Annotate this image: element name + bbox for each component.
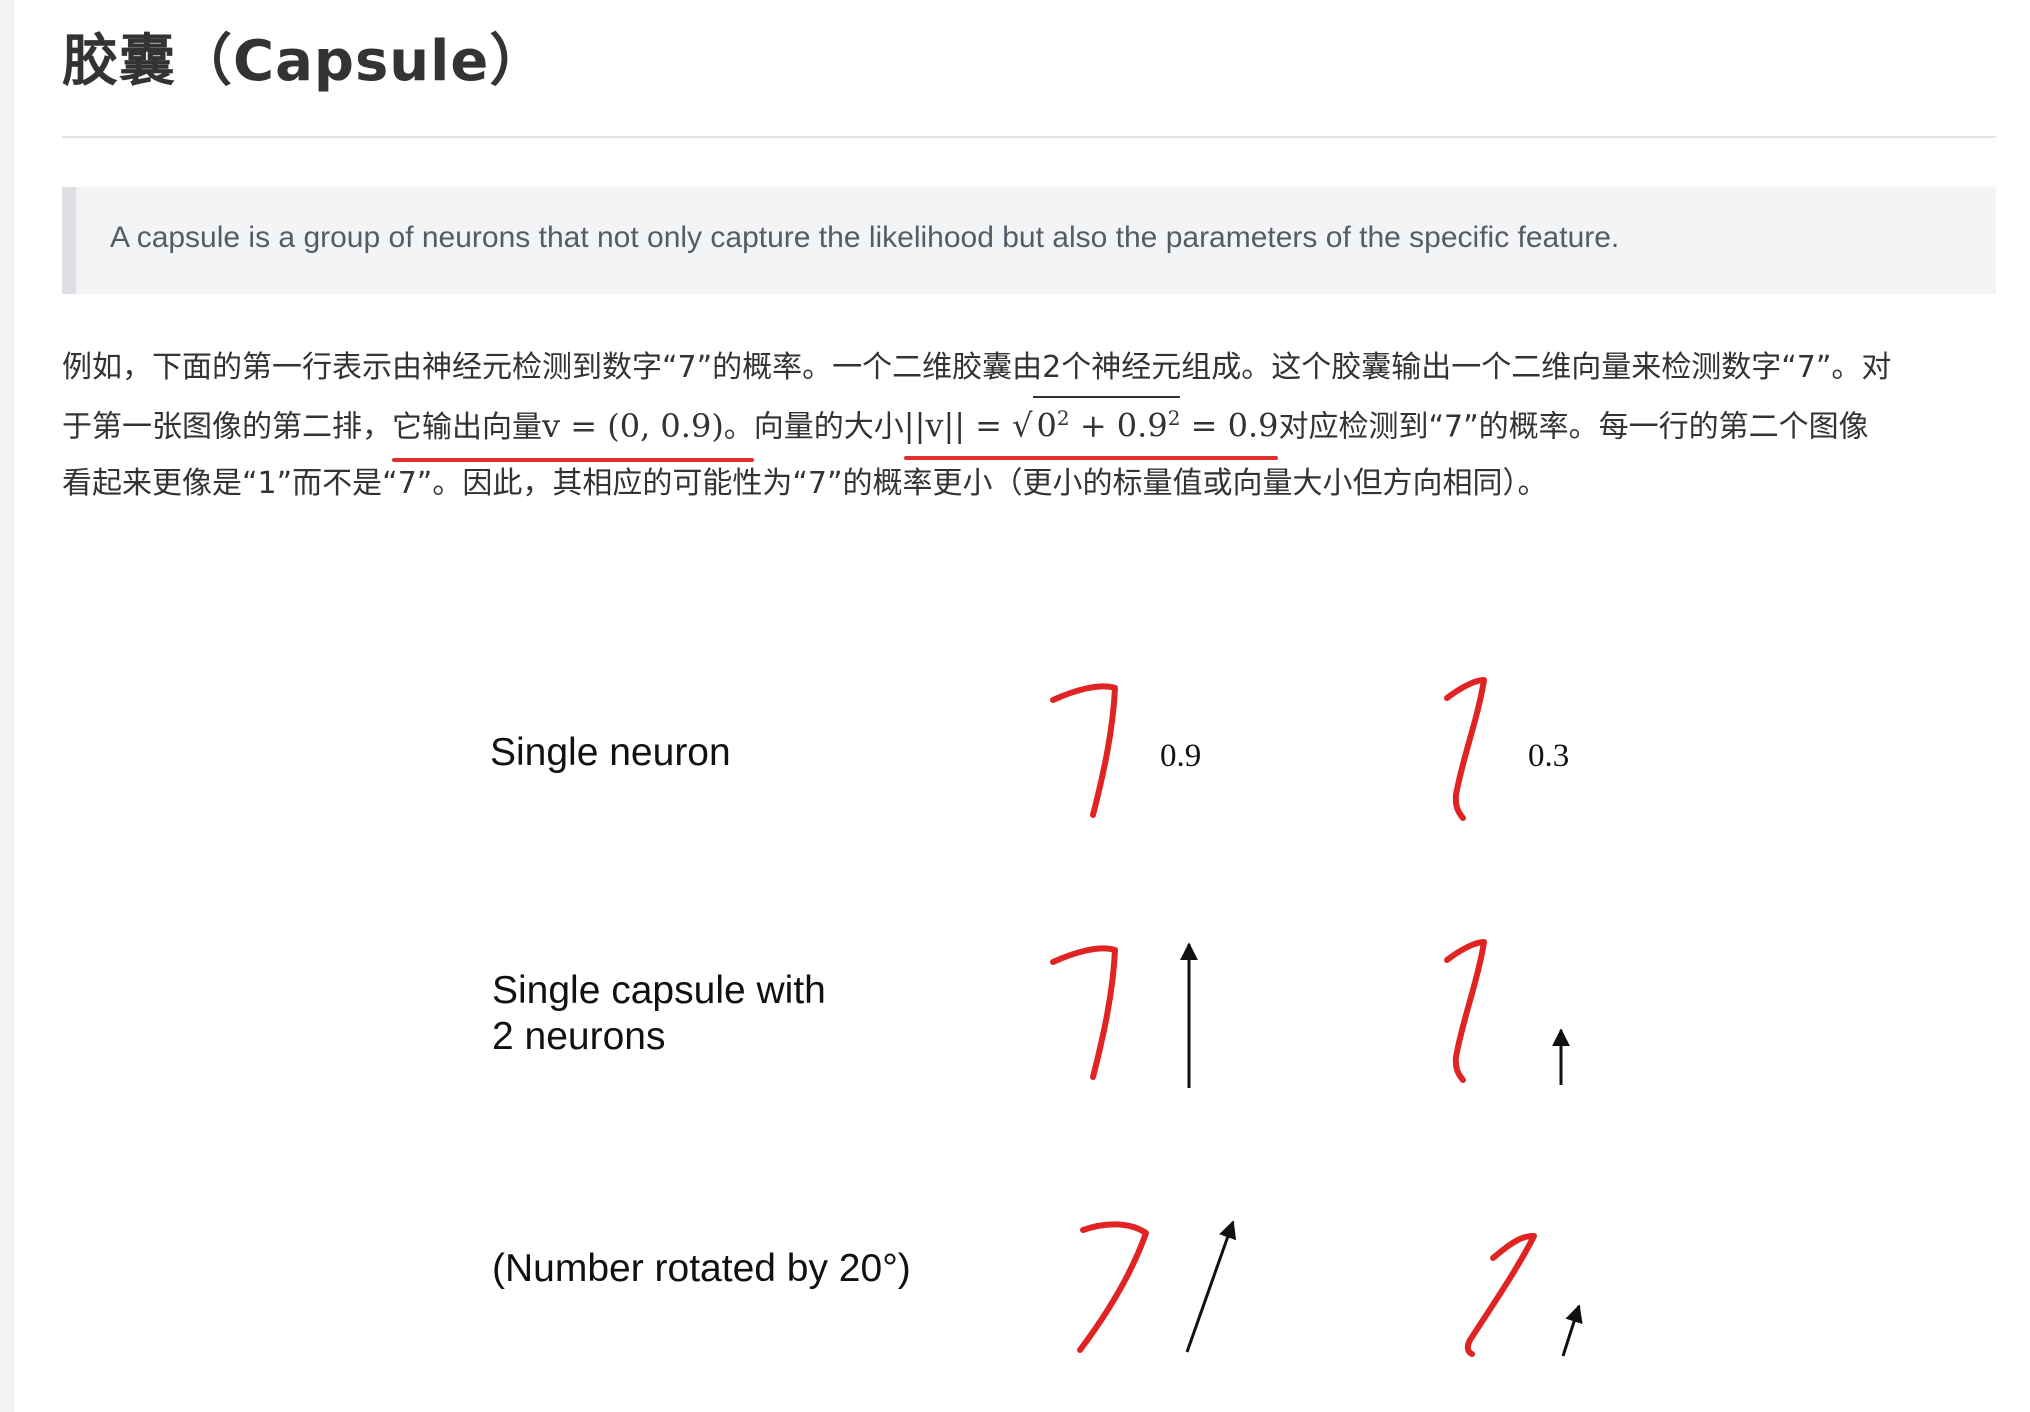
paragraph-text: 对应检测到“7”的概率。每一行的第二个图像 xyxy=(1278,409,1869,445)
paragraph-line-1: 例如，下面的第一行表示由神经元检测到数字“7”的概率。一个二维胶囊由2个神经元组… xyxy=(62,350,1892,385)
formula-result: = 0.9 xyxy=(1180,406,1279,445)
sqrt-content: 02 + 0.92 xyxy=(1032,396,1181,446)
explanation-paragraph: 例如，下面的第一行表示由神经元检测到数字“7”的概率。一个二维胶囊由2个神经元组… xyxy=(62,340,1996,512)
rotated-vector-arrow-short xyxy=(1561,1304,1583,1357)
definition-blockquote: A capsule is a group of neurons that not… xyxy=(62,187,1996,294)
handwritten-digit-one xyxy=(1444,939,1487,1083)
row-label-capsule-line-1: Single capsule with xyxy=(492,969,826,1012)
handwritten-digit-seven-rotated xyxy=(1077,1221,1149,1353)
page-title: 胶囊（Capsule） xyxy=(62,29,547,94)
blockquote-text: A capsule is a group of neurons that not… xyxy=(110,221,1620,254)
title-divider xyxy=(62,136,1996,138)
row-label-single-neuron: Single neuron xyxy=(490,731,731,774)
row-label-capsule-line-2: 2 neurons xyxy=(492,1015,666,1058)
paragraph-text: 它输出向量 xyxy=(392,409,542,445)
probability-value-one: 0.3 xyxy=(1528,738,1570,774)
paragraph-line-3: 看起来更像是“1”而不是“7”。因此，其相应的可能性为“7”的概率更小（更小的标… xyxy=(62,465,1548,501)
formula-term: + 0.9 xyxy=(1069,406,1168,445)
handwritten-digit-one-rotated xyxy=(1464,1233,1537,1357)
handwritten-digit-seven xyxy=(1050,945,1118,1080)
left-gutter xyxy=(0,0,14,1412)
paragraph-text: 于第一张图像的第二排， xyxy=(62,409,392,445)
handwritten-digit-one xyxy=(1444,677,1487,821)
formula-norm: ||v|| = xyxy=(903,406,1013,445)
vector-formula: v = (0, 0.9) xyxy=(542,406,724,445)
formula-term: 0 xyxy=(1036,406,1057,445)
paragraph-line-2: 于第一张图像的第二排，它输出向量v = (0, 0.9)。向量的大小||v|| … xyxy=(62,396,1996,462)
row-label-rotated: (Number rotated by 20°) xyxy=(492,1247,911,1290)
paragraph-text: 。 xyxy=(723,409,754,445)
magnitude-formula: ||v|| = √ 02 + 0.92 = 0.9 xyxy=(903,396,1279,460)
underlined-vector-statement: 它输出向量v = (0, 0.9)。 xyxy=(392,398,754,462)
probability-value-seven: 0.9 xyxy=(1160,738,1202,774)
formula-exponent: 2 xyxy=(1167,406,1181,430)
handwritten-digit-seven xyxy=(1050,683,1118,818)
sqrt-sign: √ xyxy=(1012,406,1033,445)
formula-exponent: 2 xyxy=(1056,406,1070,430)
rotated-vector-arrow-long xyxy=(1185,1220,1237,1353)
paragraph-text: 向量的大小 xyxy=(753,409,904,445)
